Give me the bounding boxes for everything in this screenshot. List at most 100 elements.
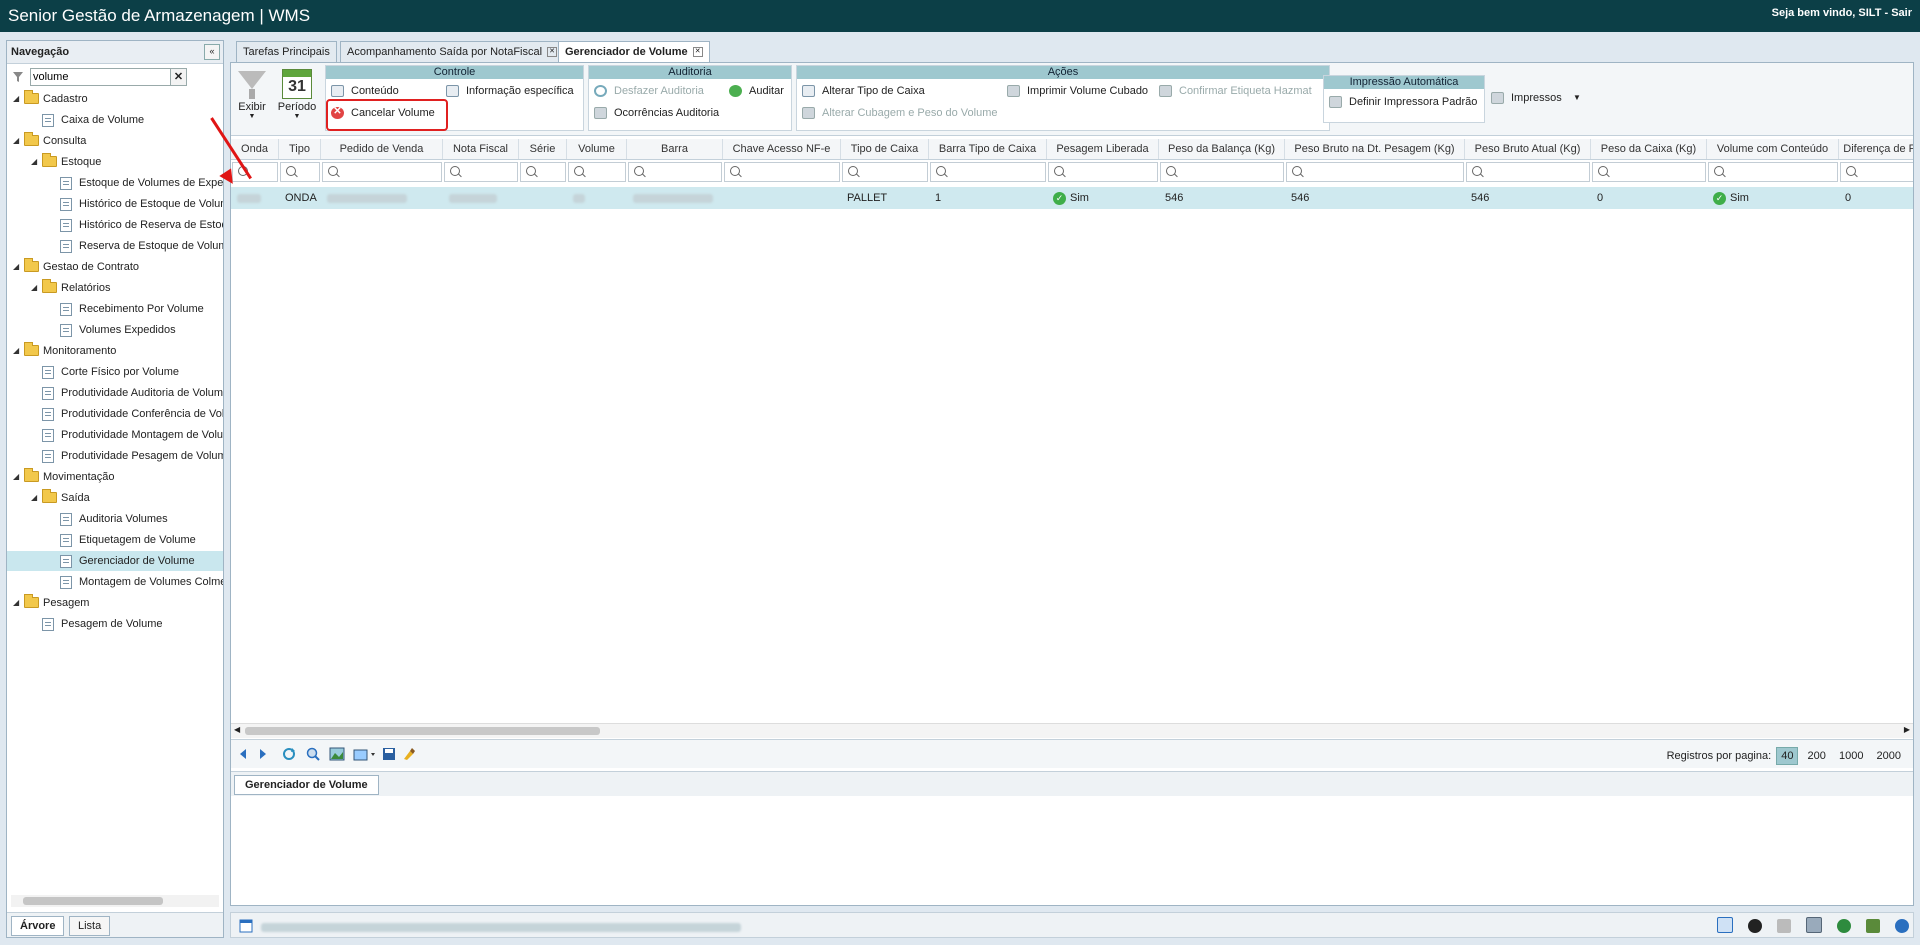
refresh-icon[interactable]	[281, 746, 297, 762]
tree-item[interactable]: ◢ Gestao de Contrato	[7, 257, 223, 277]
tree-item[interactable]: ◢ Consulta	[7, 131, 223, 151]
clear-filters-icon[interactable]	[401, 746, 417, 762]
column-filter-input[interactable]	[1592, 162, 1706, 182]
save-icon[interactable]	[381, 746, 397, 762]
navigation-scrollbar[interactable]	[11, 895, 219, 907]
tree-item[interactable]: Histórico de Estoque de Volume	[7, 194, 223, 214]
tree-item[interactable]: Caixa de Volume	[7, 110, 223, 130]
column-filter-input[interactable]	[1708, 162, 1838, 182]
column-header[interactable]: Volume com Conteúdo	[1707, 139, 1839, 159]
column-filter-input[interactable]	[232, 162, 278, 182]
collapse-panel-button[interactable]: «	[204, 44, 220, 60]
page-size-option-200[interactable]: 200	[1804, 748, 1830, 764]
column-header[interactable]: Tipo	[279, 139, 321, 159]
column-header[interactable]: Peso Bruto Atual (Kg)	[1465, 139, 1591, 159]
periodo-button[interactable]: 31 Período ▼	[277, 67, 317, 120]
column-header[interactable]: Chave Acesso NF-e	[723, 139, 841, 159]
welcome-logout[interactable]: Seja bem vindo, SILT - Sair	[1772, 7, 1912, 19]
spreadsheet-icon[interactable]	[1865, 919, 1880, 933]
column-filter-input[interactable]	[1286, 162, 1464, 182]
column-header[interactable]: Peso Bruto na Dt. Pesagem (Kg)	[1285, 139, 1465, 159]
expand-toggle-icon[interactable]: ◢	[13, 593, 19, 613]
column-header[interactable]: Barra	[627, 139, 723, 159]
expand-toggle-icon[interactable]: ◢	[13, 131, 19, 151]
tree-item[interactable]: Gerenciador de Volume	[7, 551, 223, 571]
page-size-option-1000[interactable]: 1000	[1835, 748, 1867, 764]
image-export-icon[interactable]	[329, 746, 345, 762]
tree-item[interactable]: ◢ Saída	[7, 488, 223, 508]
column-filter-input[interactable]	[1840, 162, 1913, 182]
column-header[interactable]: Nota Fiscal	[443, 139, 519, 159]
tab-arvore[interactable]: Árvore	[11, 916, 65, 936]
close-tab-icon[interactable]: ✕	[547, 47, 558, 58]
scrollbar-thumb[interactable]	[23, 897, 163, 905]
tab-acompanhamento-saida[interactable]: Acompanhamento Saída por NotaFiscal ✕	[340, 41, 565, 62]
column-header[interactable]: Volume	[567, 139, 627, 159]
tree-item[interactable]: Produtividade Auditoria de Volume	[7, 383, 223, 403]
tree-item[interactable]: Recebimento Por Volume	[7, 299, 223, 319]
column-header[interactable]: Peso da Balança (Kg)	[1159, 139, 1285, 159]
tree-item[interactable]: Etiquetagem de Volume	[7, 530, 223, 550]
expand-toggle-icon[interactable]: ◢	[13, 467, 19, 487]
tree-item[interactable]: Produtividade Montagem de Volume	[7, 425, 223, 445]
camera-icon[interactable]	[1747, 919, 1762, 933]
tree-item[interactable]: ◢ Cadastro	[7, 89, 223, 109]
zoom-icon[interactable]	[305, 746, 321, 762]
scroll-right-icon[interactable]: ▶	[1904, 725, 1910, 734]
expand-toggle-icon[interactable]: ◢	[13, 89, 19, 109]
column-filter-input[interactable]	[444, 162, 518, 182]
column-filter-input[interactable]	[930, 162, 1046, 182]
info-icon[interactable]	[1895, 919, 1909, 933]
subtab-gerenciador-de-volume[interactable]: Gerenciador de Volume	[234, 775, 379, 795]
tree-item[interactable]: Estoque de Volumes de Expedição	[7, 173, 223, 193]
tab-tarefas-principais[interactable]: Tarefas Principais	[236, 41, 337, 62]
export-dropdown-icon[interactable]	[353, 746, 377, 762]
table-row[interactable]: ONDA PALLET 1 ✓ Sim 546 546 546 0 ✓ Sim 0	[231, 187, 1913, 209]
expand-toggle-icon[interactable]: ◢	[31, 278, 37, 298]
page-size-option-40[interactable]: 40	[1776, 747, 1799, 765]
column-header[interactable]: Peso da Caixa (Kg)	[1591, 139, 1707, 159]
scrollbar-thumb[interactable]	[245, 727, 600, 735]
expand-toggle-icon[interactable]: ◢	[31, 488, 37, 508]
tree-item[interactable]: Produtividade Pesagem de Volume	[7, 446, 223, 466]
tree-item[interactable]: Volumes Expedidos	[7, 320, 223, 340]
tab-lista[interactable]: Lista	[69, 916, 111, 936]
tree-item[interactable]: ◢ Estoque	[7, 152, 223, 172]
clear-search-button[interactable]: ✕	[170, 68, 187, 86]
previous-page-icon[interactable]	[235, 746, 251, 762]
expand-toggle-icon[interactable]: ◢	[13, 257, 19, 277]
column-filter-input[interactable]	[1048, 162, 1158, 182]
plugin-icon[interactable]	[1776, 919, 1791, 933]
column-filter-input[interactable]	[1466, 162, 1590, 182]
tree-item[interactable]: Corte Físico por Volume	[7, 362, 223, 382]
expand-toggle-icon[interactable]: ◢	[13, 341, 19, 361]
column-filter-input[interactable]	[322, 162, 442, 182]
column-filter-input[interactable]	[842, 162, 928, 182]
tree-item[interactable]: ◢ Relatórios	[7, 278, 223, 298]
document-icon[interactable]	[1716, 917, 1733, 933]
grid-horizontal-scrollbar[interactable]: ◀ ▶	[231, 723, 1913, 738]
column-header[interactable]: Tipo de Caixa	[841, 139, 929, 159]
column-filter-input[interactable]	[520, 162, 566, 182]
windows-icon[interactable]	[1805, 917, 1822, 933]
tree-item[interactable]: Reserva de Estoque de Volume	[7, 236, 223, 256]
tree-item[interactable]: Produtividade Conferência de Volume	[7, 404, 223, 424]
column-filter-input[interactable]	[724, 162, 840, 182]
column-filter-input[interactable]	[280, 162, 320, 182]
navigation-search-input[interactable]	[30, 68, 174, 86]
column-filter-input[interactable]	[568, 162, 626, 182]
tree-item[interactable]: Montagem de Volumes Colmeia	[7, 572, 223, 592]
column-header[interactable]: Pesagem Liberada	[1047, 139, 1159, 159]
tree-item[interactable]: Pesagem de Volume	[7, 614, 223, 634]
expand-toggle-icon[interactable]: ◢	[31, 152, 37, 172]
window-icon[interactable]	[239, 919, 253, 933]
column-header[interactable]: Pedido de Venda	[321, 139, 443, 159]
scroll-left-icon[interactable]: ◀	[234, 725, 240, 734]
column-header[interactable]: Série	[519, 139, 567, 159]
column-filter-input[interactable]	[628, 162, 722, 182]
tree-item[interactable]: ◢ Monitoramento	[7, 341, 223, 361]
column-filter-input[interactable]	[1160, 162, 1284, 182]
column-header[interactable]: Diferença de Peso	[1839, 139, 1913, 159]
next-page-icon[interactable]	[255, 746, 271, 762]
exibir-button[interactable]: Exibir ▼	[235, 67, 269, 120]
